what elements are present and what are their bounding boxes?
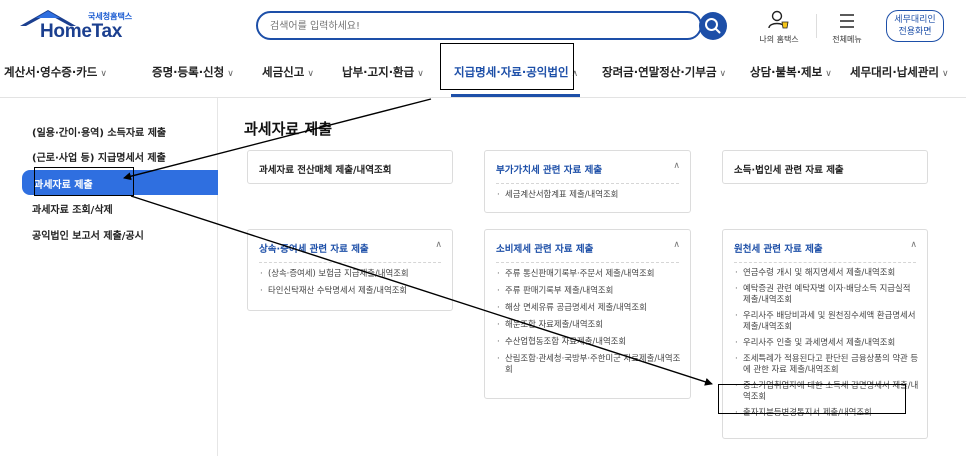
card-income-corporate[interactable]: 소득·법인세 관련 자료 제출 [722,150,928,184]
sidebar-item-daily-income[interactable]: (일용·간이·용역) 소득자료 제출 [32,124,166,139]
list-item[interactable]: 주류 통신판매기록부·주문서 제출/내역조회 [496,268,682,279]
list-item[interactable]: 해상 면세유류 공급명세서 제출/내역조회 [496,302,682,313]
nav-item-label: 증명·등록·신청 [152,65,225,79]
nav-active-indicator [451,94,580,97]
search-button[interactable] [699,12,727,40]
chevron-down-icon: ∨ [100,69,107,79]
chevron-down-icon: ∨ [307,69,314,79]
nav-item-invoices[interactable]: 계산서·영수증·카드 ∨ [4,64,107,80]
all-menu-label: 전체메뉴 [832,35,862,44]
user-bell-icon [768,10,789,29]
chevron-up-icon[interactable]: ∧ [435,240,442,250]
list-item[interactable]: 예탁증권 관련 예탁자별 이자·배당소득 지급실적 제출/내역조회 [734,283,919,305]
list-item[interactable]: 수산업협동조합 자료제출/내역조회 [496,336,682,347]
nav-item-certificates[interactable]: 증명·등록·신청 ∨ [152,64,234,80]
divider [496,183,679,184]
card-title: 소득·법인세 관련 자료 제출 [734,165,844,176]
all-menu-link[interactable]: 전체메뉴 [824,6,870,46]
hamburger-menu-icon [840,14,854,28]
sidebar-item-payment-statement[interactable]: (근로·사업 등) 지급명세서 제출 [32,149,166,164]
card-list: (상속·증여세) 보험금 지급제출/내역조회 타인신탁재산 수탁명세서 제출/내… [259,268,444,302]
annotation-highlight-box [718,384,906,414]
card-title[interactable]: 부가가치세 관련 자료 제출 [496,162,602,176]
card-title[interactable]: 원천세 관련 자료 제출 [734,241,823,255]
nav-item-label: 상담·불복·제보 [750,65,823,79]
page-title: 과세자료 제출 [244,120,333,138]
list-item[interactable]: 타인신탁재산 수탁명세서 제출/내역조회 [259,285,444,296]
card-list: 주류 통신판매기록부·주문서 제출/내역조회 주류 판매기록부 제출/내역조회 … [496,268,682,381]
search-input[interactable] [270,17,670,35]
search-icon [705,18,721,34]
card-list: 세금계산서합계표 제출/내역조회 [496,189,682,206]
chevron-down-icon: ∨ [227,69,234,79]
annotation-highlight-box [440,43,574,90]
chevron-down-icon: ∨ [417,69,424,79]
nav-item-label: 장려금·연말정산·기부금 [602,65,717,79]
nav-item-label: 세무대리·납세관리 [850,65,940,79]
tax-agent-button-line1: 세무대리인 [894,15,936,25]
chevron-up-icon[interactable]: ∧ [673,240,680,250]
nav-item-label: 계산서·영수증·카드 [4,65,98,79]
list-item[interactable]: 우리사주 인출 및 과세명세서 제출/내역조회 [734,337,919,348]
sidebar-item-tax-data-lookup[interactable]: 과세자료 조회/삭제 [32,201,113,216]
card-vat: 부가가치세 관련 자료 제출 ∧ 세금계산서합계표 제출/내역조회 [484,150,691,213]
card-title[interactable]: 소비제세 관련 자료 제출 [496,241,593,255]
my-hometax-link[interactable]: 나의 홈택스 [756,6,802,46]
logo-title: HomeTax [40,21,123,42]
divider [259,262,441,263]
list-item[interactable]: 세금계산서합계표 제출/내역조회 [496,189,682,200]
search-box[interactable] [256,11,702,40]
header-divider [816,14,817,38]
nav-item-label: 세금신고 [262,65,305,79]
list-item[interactable]: 해운조합 자료제출/내역조회 [496,319,682,330]
tax-agent-screen-button[interactable]: 세무대리인 전용화면 [886,10,944,42]
my-hometax-label: 나의 홈택스 [759,35,799,44]
list-item[interactable]: 연금수령 개시 및 해지명세서 제출/내역조회 [734,267,919,278]
card-consumption-tax: 소비제세 관련 자료 제출 ∧ 주류 통신판매기록부·주문서 제출/내역조회 주… [484,229,691,399]
card-title[interactable]: 상속·증여세 관련 자료 제출 [259,241,369,255]
divider [734,262,916,263]
chevron-down-icon: ∨ [825,69,832,79]
list-item[interactable]: 주류 판매기록부 제출/내역조회 [496,285,682,296]
card-media-submission[interactable]: 과세자료 전산매체 제출/내역조회 [247,150,453,184]
sidebar-item-public-interest-report[interactable]: 공익법인 보고서 제출/공시 [32,227,144,242]
list-item[interactable]: 우리사주 배당비과세 및 원천징수세액 환급명세서 제출/내역조회 [734,310,919,332]
annotation-highlight-box [34,167,134,196]
nav-item-label: 납부·고지·환급 [342,65,415,79]
nav-item-tax-filing[interactable]: 세금신고 ∨ [262,64,314,80]
chevron-up-icon[interactable]: ∧ [910,240,917,250]
nav-item-payment[interactable]: 납부·고지·환급 ∨ [342,64,424,80]
nav-item-consulting[interactable]: 상담·불복·제보 ∨ [750,64,832,80]
list-item[interactable]: 조세특례가 적용된다고 판단된 금융상품의 약관 등에 관한 자료 제출/내역조… [734,353,919,375]
tax-agent-button-line2: 전용화면 [898,27,932,37]
card-title: 과세자료 전산매체 제출/내역조회 [259,165,392,176]
chevron-down-icon: ∨ [942,69,949,79]
card-inheritance-gift: 상속·증여세 관련 자료 제출 ∧ (상속·증여세) 보험금 지급제출/내역조회… [247,229,453,311]
divider [496,262,679,263]
hometax-logo[interactable]: 국세청홈택스 HomeTax [18,8,138,46]
chevron-down-icon: ∨ [719,69,727,79]
nav-item-tax-agent[interactable]: 세무대리·납세관리 ∨ [850,64,949,80]
nav-item-incentives[interactable]: 장려금·연말정산·기부금 ∨ [602,64,726,80]
list-item[interactable]: (상속·증여세) 보험금 지급제출/내역조회 [259,268,444,279]
list-item[interactable]: 산림조합·관세청·국방부·주한미군 자료제출/내역조회 [496,353,682,375]
chevron-up-icon[interactable]: ∧ [673,161,680,171]
